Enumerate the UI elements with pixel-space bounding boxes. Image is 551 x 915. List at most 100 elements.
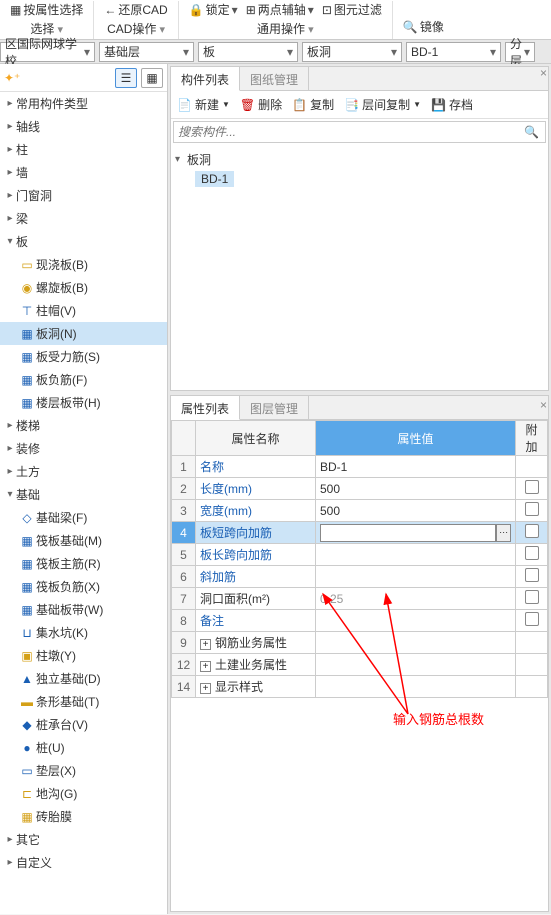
property-row[interactable]: 1名称BD-1 [172,456,548,478]
tree-node[interactable]: ▸装修 [0,437,167,460]
tree-node-child[interactable]: ⊔集水坑(K) [0,621,167,644]
search-box[interactable]: 🔍 [173,121,546,143]
property-row[interactable]: 4板短跨向加筋⋯ [172,522,548,544]
property-row[interactable]: 9+钢筋业务属性 [172,632,548,654]
tree-node[interactable]: ▾板 [0,230,167,253]
toolbar-button[interactable]: 🗑删除 [240,96,282,113]
tab-layer-mgmt[interactable]: 图层管理 [240,396,309,419]
property-row[interactable]: 6斜加筋 [172,566,548,588]
tree-node[interactable]: ▸柱 [0,138,167,161]
tree-node[interactable]: ▸梁 [0,207,167,230]
property-row[interactable]: 7洞口面积(m²)0.25 [172,588,548,610]
search-icon[interactable]: 🔍 [518,125,545,139]
checkbox[interactable] [525,546,539,560]
tree-node-child[interactable]: ◉螺旋板(B) [0,276,167,299]
ribbon-btn[interactable]: 🔒锁定 ▾ [189,1,238,18]
grid-icon: ⊞ [246,3,256,17]
tree-node[interactable]: ▸门窗洞 [0,184,167,207]
tree-node-child[interactable]: ▦筏板主筋(R) [0,552,167,575]
tree-node[interactable]: ▸墙 [0,161,167,184]
tree-node-child[interactable]: ▦板负筋(F) [0,368,167,391]
context-dropdown[interactable]: 区国际网球学校▾ [0,42,95,62]
tree-node-child[interactable]: BD-1 [175,169,544,189]
component-list-panel: 构件列表 图纸管理 📄新建 ▼ 🗑删除 📋复制 📑层间复制 ▼ 💾存档 🔍 ▾板洞 BD… [170,66,549,391]
close-icon[interactable]: × [540,398,547,412]
list-view-btn[interactable]: ☰ [115,68,137,88]
close-icon[interactable]: × [540,66,547,80]
checkbox[interactable] [525,524,539,538]
tree-node[interactable]: ▸其它 [0,828,167,851]
property-row[interactable]: 8备注 [172,610,548,632]
context-dropdown[interactable]: 分层▾ [505,42,535,62]
tree-node-child[interactable]: ▦楼层板带(H) [0,391,167,414]
toolbar-button[interactable]: 📑层间复制 ▼ [344,96,421,113]
tree-node[interactable]: ▸土方 [0,460,167,483]
ribbon-btn[interactable]: 🔍镜像 [403,18,444,35]
context-dropdown[interactable]: BD-1▾ [406,42,501,62]
context-dropdown[interactable]: 板洞▾ [302,42,402,62]
property-row[interactable]: 2长度(mm)500 [172,478,548,500]
tree-node-child[interactable]: ▦板受力筋(S) [0,345,167,368]
checkbox[interactable] [525,480,539,494]
col-extra: 附加 [516,421,548,456]
tree-node-child[interactable]: ▦筏板基础(M) [0,529,167,552]
tree-node-child[interactable]: ▦基础板带(W) [0,598,167,621]
tree-node-child[interactable]: ▦筏板负筋(X) [0,575,167,598]
property-input[interactable] [320,524,496,542]
context-dropdown[interactable]: 基础层▾ [99,42,194,62]
tree-node-child[interactable]: ▭垫层(X) [0,759,167,782]
toolbar-button[interactable]: 📄新建 ▼ [177,96,230,113]
property-panel: 属性列表 图层管理 属性名称 属性值 附加 1名称BD-12长度(mm)5003… [170,395,549,912]
tree-node-child[interactable]: ⊏地沟(G) [0,782,167,805]
property-row[interactable]: 3宽度(mm)500 [172,500,548,522]
grid-view-btn[interactable]: ▦ [141,68,163,88]
tree-node-child[interactable]: ▣柱墩(Y) [0,644,167,667]
tree-node[interactable]: ▸自定义 [0,851,167,874]
tab-property-list[interactable]: 属性列表 [171,396,240,420]
add-icon[interactable]: ✦⁺ [4,71,20,85]
tree-node-child[interactable]: ▲独立基础(D) [0,667,167,690]
checkbox[interactable] [525,568,539,582]
property-row[interactable]: 5板长跨向加筋 [172,544,548,566]
tree-node[interactable]: ▸轴线 [0,115,167,138]
checkbox[interactable] [525,612,539,626]
tree-node-child[interactable]: ⊤柱帽(V) [0,299,167,322]
ellipsis-button[interactable]: ⋯ [496,524,511,542]
col-name: 属性名称 [196,421,316,456]
mirror-icon: 🔍 [403,20,418,34]
col-value: 属性值 [316,421,516,456]
tree-node-child[interactable]: ▦砖胎膜 [0,805,167,828]
tree-node-child[interactable]: ▬条形基础(T) [0,690,167,713]
checkbox[interactable] [525,502,539,516]
tab-component-list[interactable]: 构件列表 [171,67,240,91]
tree-node[interactable]: ▸常用构件类型 [0,92,167,115]
left-sidebar: ✦⁺ ☰ ▦ ▸常用构件类型▸轴线▸柱▸墙▸门窗洞▸梁▾板▭现浇板(B)◉螺旋板… [0,64,168,914]
ribbon-btn[interactable]: ⊡图元过滤 [322,1,382,18]
tree-node[interactable]: ▸楼梯 [0,414,167,437]
tree-node-child[interactable]: ◆桩承台(V) [0,713,167,736]
tree-node-child[interactable]: ▭现浇板(B) [0,253,167,276]
search-input[interactable] [174,125,518,139]
tree-node[interactable]: ▾基础 [0,483,167,506]
tree-node-child[interactable]: ◇基础梁(F) [0,506,167,529]
property-row[interactable]: 14+显示样式 [172,676,548,698]
component-instance-tree: ▾板洞 BD-1 [171,145,548,193]
filter-icon: ⊡ [322,3,332,17]
undo-icon: ← [104,3,116,17]
tree-node[interactable]: ▾板洞 [175,149,544,169]
ribbon-btn[interactable]: ←还原CAD [104,1,167,18]
property-row[interactable]: 12+土建业务属性 [172,654,548,676]
context-dropdown[interactable]: 板▾ [198,42,298,62]
property-table: 属性名称 属性值 附加 1名称BD-12长度(mm)5003宽度(mm)5004… [171,420,548,698]
tab-drawing-mgmt[interactable]: 图纸管理 [240,67,309,90]
checkbox[interactable] [525,590,539,604]
lock-icon: 🔒 [189,3,204,17]
ribbon-btn[interactable]: ⊞两点辅轴 ▾ [246,1,314,18]
context-bar: 区国际网球学校▾基础层▾板▾板洞▾BD-1▾分层▾ [0,40,551,64]
ribbon-btn[interactable]: ▦按属性选择 [10,1,83,18]
tree-node-child[interactable]: ●桩(U) [0,736,167,759]
tree-node-child[interactable]: ▦板洞(N) [0,322,167,345]
component-tree: ▸常用构件类型▸轴线▸柱▸墙▸门窗洞▸梁▾板▭现浇板(B)◉螺旋板(B)⊤柱帽(… [0,92,167,914]
toolbar-button[interactable]: 💾存档 [431,96,473,113]
toolbar-button[interactable]: 📋复制 [292,96,334,113]
